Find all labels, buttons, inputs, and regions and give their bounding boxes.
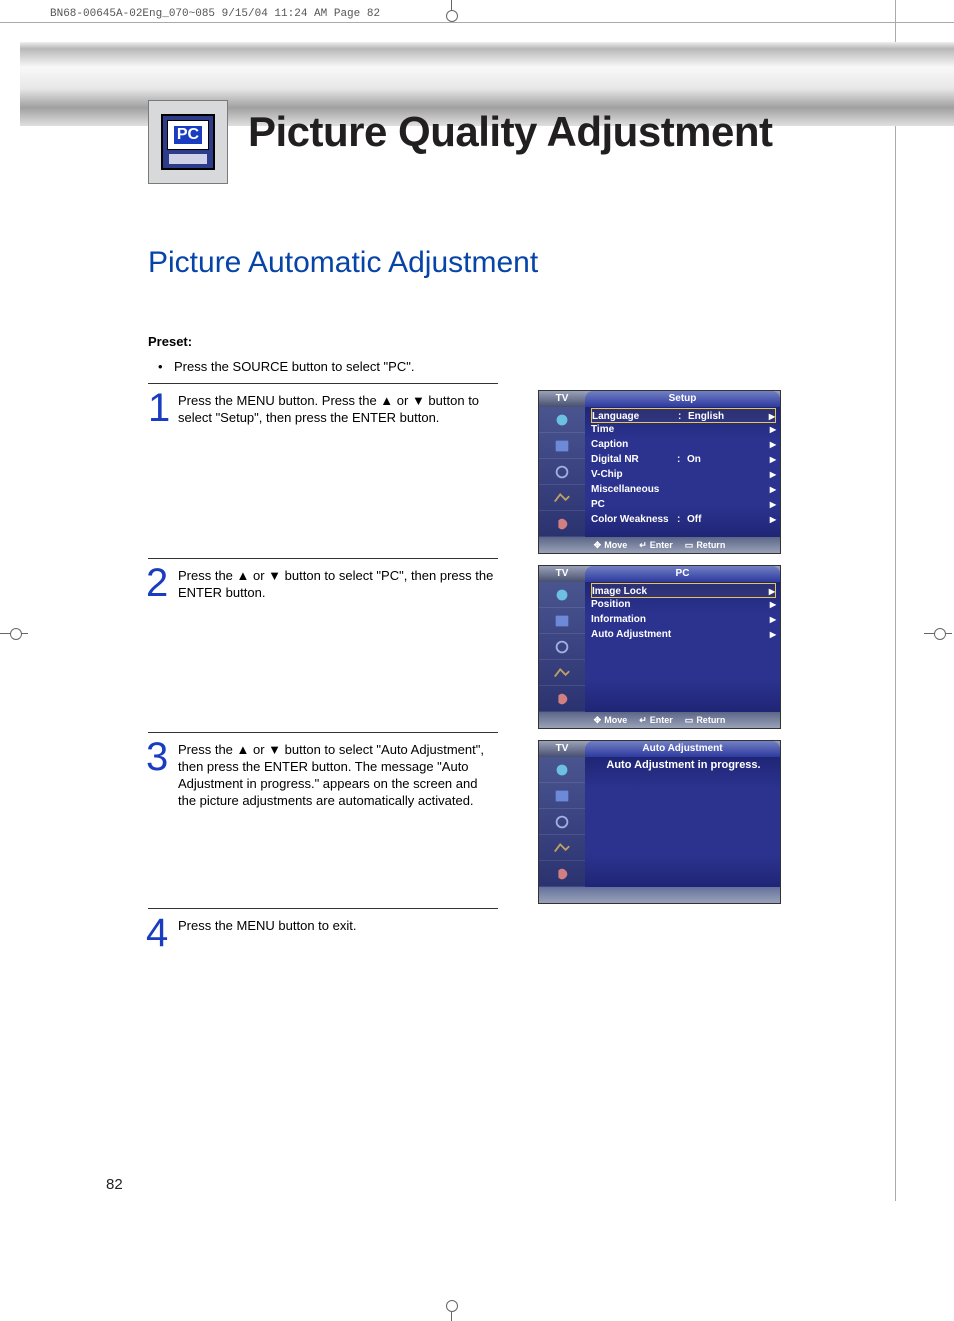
divider [148,908,498,909]
osd-title: Setup [585,391,780,407]
divider [148,558,498,559]
channel-icon [539,660,585,686]
menu-item-vchip[interactable]: V-Chip▶ [591,467,776,482]
crop-header: BN68-00645A-02Eng_070~085 9/15/04 11:24 … [50,8,380,20]
osd-footer: ✥ Move ↵ Enter ▭ Return [539,712,780,728]
menu-item-information[interactable]: Information▶ [591,612,776,627]
osd-tv-label: TV [539,391,585,407]
pc-icon: PC [148,100,228,184]
sound-icon [539,809,585,835]
osd-tv-label: TV [539,741,585,757]
menu-item-image-lock[interactable]: Image Lock▶ [591,583,776,598]
menu-item-position[interactable]: Position▶ [591,597,776,612]
page-title: Picture Quality Adjustment [248,108,773,156]
step-number-4: 4 [146,911,168,956]
menu-item-pc[interactable]: PC▶ [591,497,776,512]
osd-menu: Image Lock▶ Position▶ Information▶ Auto … [585,582,780,712]
setup-icon [539,861,585,887]
osd-footer [539,887,780,903]
crop-mark-left [0,624,30,644]
menu-item-digital-nr[interactable]: Digital NR:On▶ [591,452,776,467]
menu-item-color-weakness[interactable]: Color Weakness:Off▶ [591,512,776,527]
preset-label: Preset: [148,334,192,349]
channel-icon [539,485,585,511]
osd-title: Auto Adjustment [585,741,780,757]
enter-hint: ↵ Enter [639,540,673,551]
crop-line [0,22,954,23]
move-hint: ✥ Move [594,715,628,726]
osd-auto-adjustment: TV Auto Adjustment Auto Adjustment in pr… [538,740,781,904]
menu-item-time[interactable]: Time▶ [591,422,776,437]
osd-tv-label: TV [539,566,585,582]
input-icon [539,582,585,608]
preset-text: •Press the SOURCE button to select "PC". [158,359,414,374]
step-number-3: 3 [146,735,168,780]
osd-sidebar [539,582,585,712]
crop-mark-bottom [437,1296,467,1321]
sound-icon [539,459,585,485]
crop-mark-right [924,624,954,644]
move-hint: ✥ Move [594,540,628,551]
setup-icon [539,511,585,537]
section-title: Picture Automatic Adjustment [148,246,538,280]
input-icon [539,407,585,433]
pc-badge-text: PC [174,126,202,144]
osd-footer: ✥ Move ↵ Enter ▭ Return [539,537,780,553]
osd-setup: TV Setup Language:English▶ Time▶ Caption… [538,390,781,554]
return-hint: ▭ Return [685,715,726,726]
step-text-1: Press the MENU button. Press the ▲ or ▼ … [178,393,494,427]
setup-icon [539,686,585,712]
crop-line [895,0,896,1201]
step-number-1: 1 [148,386,170,431]
menu-item-auto-adjustment[interactable]: Auto Adjustment▶ [591,627,776,642]
enter-hint: ↵ Enter [639,715,673,726]
menu-item-language[interactable]: Language:English▶ [591,408,776,423]
picture-icon [539,433,585,459]
step-text-4: Press the MENU button to exit. [178,918,494,935]
sound-icon [539,634,585,660]
osd-pc: TV PC Image Lock▶ Position▶ Information▶… [538,565,781,729]
menu-item-caption[interactable]: Caption▶ [591,437,776,452]
return-hint: ▭ Return [685,540,726,551]
step-text-3: Press the ▲ or ▼ button to select "Auto … [178,742,494,810]
picture-icon [539,608,585,634]
osd-sidebar [539,407,585,537]
picture-icon [539,783,585,809]
osd-sidebar [539,757,585,887]
step-number-2: 2 [146,561,168,606]
osd-message: Auto Adjustment in progress. [585,757,780,887]
input-icon [539,757,585,783]
osd-menu: Language:English▶ Time▶ Caption▶ Digital… [585,407,780,537]
channel-icon [539,835,585,861]
step-text-2: Press the ▲ or ▼ button to select "PC", … [178,568,494,602]
menu-item-miscellaneous[interactable]: Miscellaneous▶ [591,482,776,497]
divider [148,732,498,733]
divider [148,383,498,384]
page-number: 82 [106,1176,123,1193]
osd-title: PC [585,566,780,582]
